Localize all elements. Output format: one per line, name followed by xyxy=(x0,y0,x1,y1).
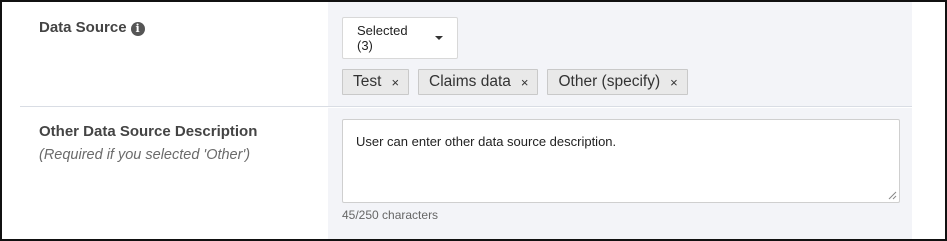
close-icon[interactable]: × xyxy=(521,75,529,90)
data-source-label-text: Data Source xyxy=(39,19,127,36)
other-description-row: Other Data Source Description (Required … xyxy=(20,108,912,239)
close-icon[interactable]: × xyxy=(391,75,399,90)
other-description-textarea[interactable]: User can enter other data source descrip… xyxy=(342,119,900,203)
info-icon[interactable]: i xyxy=(130,22,145,36)
resize-handle-icon[interactable] xyxy=(887,190,897,200)
tag-label: Other (specify) xyxy=(558,73,661,90)
tag-test: Test × xyxy=(342,69,410,95)
row-divider xyxy=(20,106,912,107)
character-count: 45/250 characters xyxy=(342,208,439,222)
tag-label: Test xyxy=(353,73,382,90)
data-source-select-button[interactable]: Selected (3) xyxy=(342,17,458,59)
other-description-label-cell: Other Data Source Description (Required … xyxy=(20,108,328,239)
caret-down-icon xyxy=(435,36,443,40)
other-description-value-cell: User can enter other data source descrip… xyxy=(328,108,912,239)
data-source-value-cell: Selected (3) Test × Claims data × Other … xyxy=(328,2,912,106)
other-description-help: (Required if you selected 'Other') xyxy=(39,147,251,163)
selected-tags: Test × Claims data × Other (specify) × xyxy=(342,69,697,95)
tag-label: Claims data xyxy=(429,73,511,90)
form-panel: Data Source i Selected (3) Test × Claims … xyxy=(0,0,947,241)
data-source-label-cell: Data Source i xyxy=(20,2,328,106)
other-description-value: User can enter other data source descrip… xyxy=(356,134,617,149)
tag-claims-data: Claims data × xyxy=(418,69,539,95)
data-source-row: Data Source i Selected (3) Test × Claims … xyxy=(20,2,912,106)
data-source-label: Data Source i xyxy=(39,19,145,36)
other-description-label: Other Data Source Description xyxy=(39,123,258,140)
data-source-select-label: Selected (3) xyxy=(357,23,408,53)
tag-other-specify: Other (specify) × xyxy=(547,69,688,95)
close-icon[interactable]: × xyxy=(670,75,678,90)
